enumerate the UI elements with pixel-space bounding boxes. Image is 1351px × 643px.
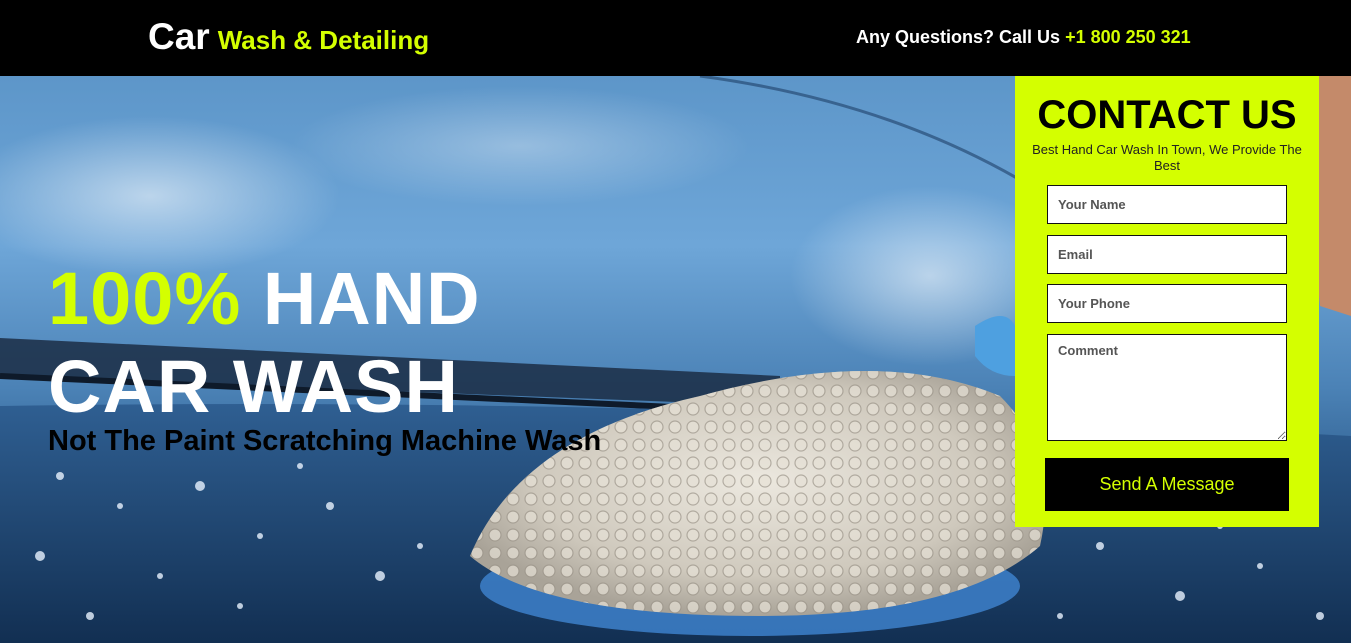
hero-headline-block: 100% HAND CAR WASH Not The Paint Scratch… xyxy=(48,255,601,458)
email-input[interactable] xyxy=(1047,235,1287,274)
send-message-button[interactable]: Send A Message xyxy=(1045,458,1289,511)
logo-sub-text: Wash & Detailing xyxy=(217,25,430,55)
contact-form-panel: CONTACT US Best Hand Car Wash In Town, W… xyxy=(1015,76,1319,527)
contact-subtitle: Best Hand Car Wash In Town, We Provide T… xyxy=(1032,142,1302,173)
phone-input[interactable] xyxy=(1047,284,1287,323)
logo-main-text: Car xyxy=(148,16,210,57)
phone-prefix: Any Questions? Call Us xyxy=(856,27,1061,47)
comment-textarea[interactable] xyxy=(1047,334,1287,441)
hero-tagline: Not The Paint Scratching Machine Wash xyxy=(48,425,602,457)
hero-headline-line2: CAR WASH xyxy=(48,345,459,428)
phone-number-link[interactable]: +1 800 250 321 xyxy=(1065,27,1191,47)
header-phone: Any Questions? Call Us +1 800 250 321 xyxy=(856,27,1191,48)
contact-title: CONTACT US xyxy=(1037,93,1297,137)
hero-headline-line1: 100% HAND xyxy=(48,255,601,343)
site-header: Car Wash & Detailing Any Questions? Call … xyxy=(0,0,1351,76)
hero-section: 100% HAND CAR WASH Not The Paint Scratch… xyxy=(0,76,1351,643)
name-input[interactable] xyxy=(1047,185,1287,224)
headline-rest: HAND xyxy=(262,257,481,340)
headline-accent: 100% xyxy=(48,257,242,340)
site-logo[interactable]: Car Wash & Detailing xyxy=(148,16,429,58)
